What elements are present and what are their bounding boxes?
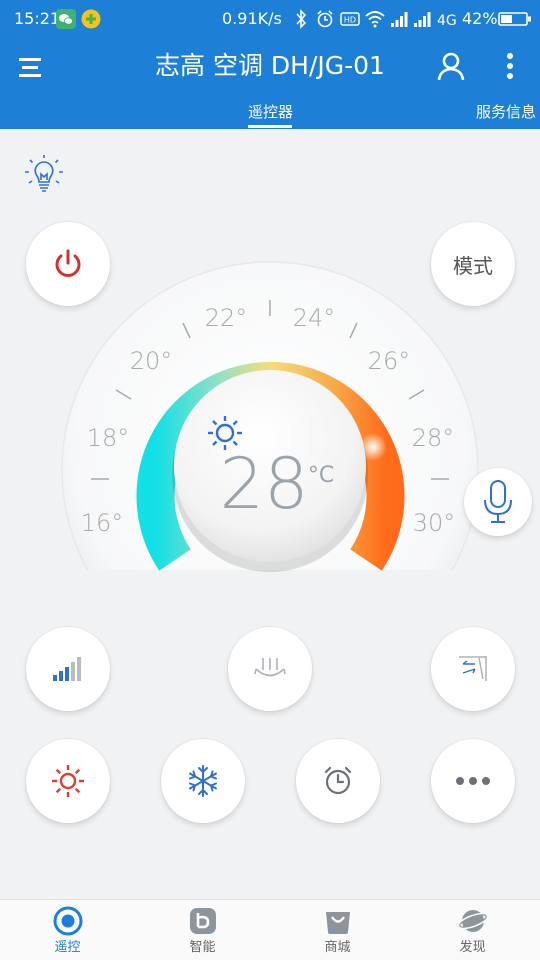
microphone-icon <box>484 480 512 523</box>
discover-icon <box>458 910 488 932</box>
nav-discover-label: 发现 <box>459 940 486 955</box>
status-time: 15:21 <box>14 9 61 28</box>
horizontal-swing-button[interactable] <box>431 627 515 711</box>
bluetooth-icon <box>296 9 307 29</box>
alarm-clock-icon <box>324 766 352 795</box>
tick-label-28: 28° <box>412 424 455 452</box>
voice-button[interactable] <box>464 468 532 536</box>
battery-icon <box>498 12 531 26</box>
tick-label-20: 20° <box>130 347 173 375</box>
status-bar: 15:21 0.91K/s HD 4G 42% <box>0 0 540 38</box>
svg-text:HD: HD <box>344 16 356 25</box>
nav-smart[interactable]: 智能 <box>135 900 270 960</box>
vertical-swing-icon <box>254 658 286 677</box>
more-vertical-icon[interactable] <box>496 49 524 83</box>
heat-mode-button[interactable] <box>26 739 110 823</box>
smart-icon <box>190 908 216 934</box>
cool-mode-button[interactable] <box>161 739 245 823</box>
horizontal-swing-icon <box>459 656 487 681</box>
active-tab-indicator <box>248 125 292 128</box>
user-icon[interactable] <box>434 49 468 83</box>
snowflake-icon <box>189 765 217 797</box>
nav-remote[interactable]: 遥控 <box>0 900 135 960</box>
fan-speed-icon <box>53 657 81 681</box>
temperature-dial[interactable]: 16° 18° 20° 22° 24° 26° 28° 30° 28 °C <box>40 260 500 620</box>
light-bulb-icon[interactable] <box>24 154 64 196</box>
hd-icon: HD <box>340 12 360 26</box>
alarm-status-icon <box>317 10 333 28</box>
bottom-navigation: 遥控 智能 商城 发现 <box>0 899 540 960</box>
status-speed: 0.91K/s <box>222 9 282 28</box>
status-network: 4G <box>437 13 457 29</box>
dial-bottom-mask <box>60 570 480 620</box>
tick-label-24: 24° <box>293 304 336 332</box>
remote-icon <box>53 906 83 936</box>
app-notification-icon <box>81 9 101 29</box>
temperature-value: 28 <box>219 443 308 525</box>
timer-button[interactable] <box>296 739 380 823</box>
nav-shop[interactable]: 商城 <box>270 900 405 960</box>
tick-label-30: 30° <box>413 509 456 537</box>
nav-remote-label: 遥控 <box>54 940 81 955</box>
nav-smart-label: 智能 <box>189 940 216 955</box>
more-horizontal-icon <box>456 777 490 785</box>
wechat-notification-icon <box>56 9 76 29</box>
tab-service-info[interactable]: 服务信息 <box>476 100 536 124</box>
app-header: 15:21 0.91K/s HD 4G 42% 志高 空调 DH/JG-01 遥… <box>0 0 540 129</box>
tab-remote[interactable]: 遥控器 <box>248 100 293 124</box>
temperature-unit: °C <box>308 463 334 488</box>
fan-speed-button[interactable] <box>26 627 110 711</box>
vertical-swing-button[interactable] <box>228 627 312 711</box>
nav-shop-label: 商城 <box>324 940 351 955</box>
tick-label-16: 16° <box>81 509 124 537</box>
more-functions-button[interactable] <box>431 739 515 823</box>
tick-label-22: 22° <box>205 304 248 332</box>
nav-discover[interactable]: 发现 <box>405 900 540 960</box>
tick-label-18: 18° <box>87 424 130 452</box>
signal-icon-2 <box>414 12 431 27</box>
status-battery-percent: 42% <box>462 9 498 28</box>
wifi-icon <box>365 11 385 28</box>
shop-icon <box>326 912 350 934</box>
tick-label-26: 26° <box>368 347 411 375</box>
heat-sun-icon <box>52 765 84 797</box>
signal-icon <box>391 12 408 27</box>
